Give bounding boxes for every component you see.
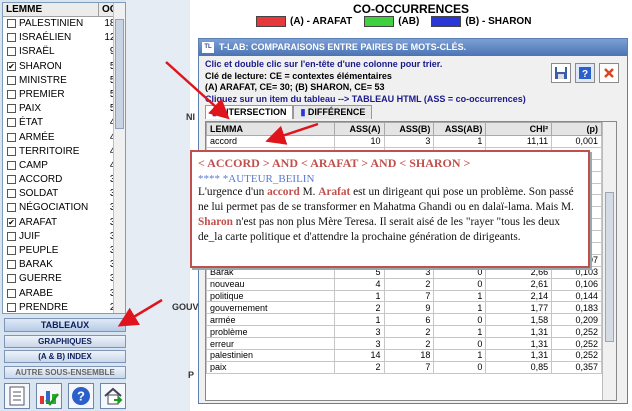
arrow-to-intersection-tab [165,61,230,120]
annotation-arrows [117,61,319,327]
arrow-to-table-row [265,122,319,145]
arrow-to-tableaux [117,298,163,327]
